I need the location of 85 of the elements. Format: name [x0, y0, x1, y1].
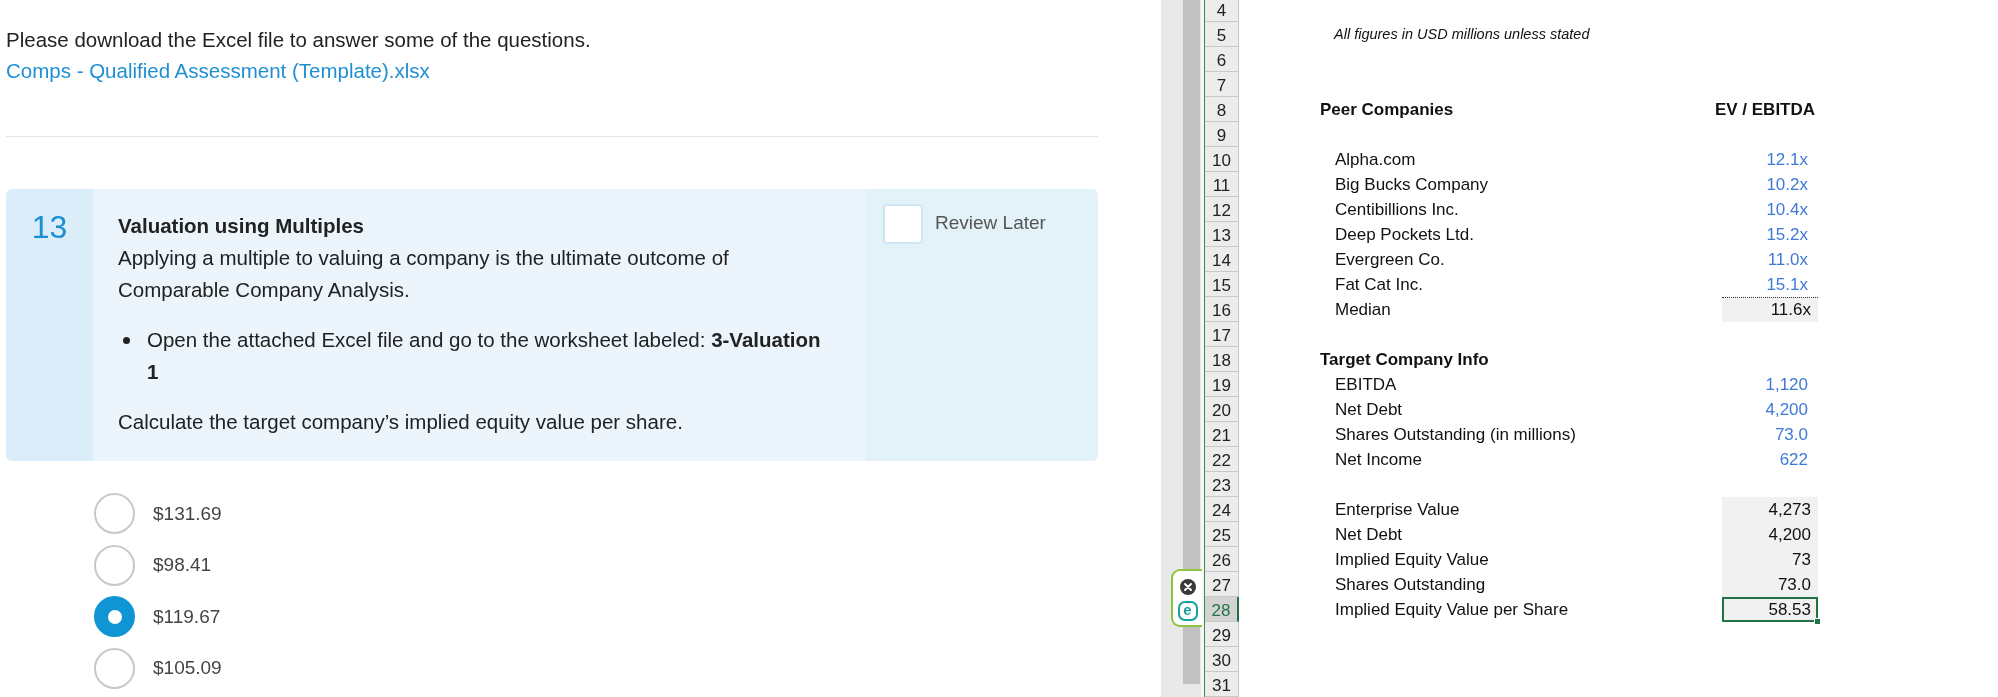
- review-checkbox[interactable]: [883, 204, 923, 244]
- radio-button[interactable]: [94, 596, 135, 637]
- row-header[interactable]: 16: [1205, 297, 1239, 322]
- answer-label[interactable]: $119.67: [153, 605, 221, 628]
- bullet-text: Open the attached Excel file and go to the worksheet labeled: 3-Valuation 1: [147, 327, 822, 385]
- instruction-text: Please download the Excel file to answer some of the questions.: [6, 27, 592, 53]
- row-header[interactable]: 25: [1205, 522, 1239, 547]
- row-header[interactable]: 27: [1205, 572, 1239, 597]
- row-header[interactable]: 20: [1205, 397, 1239, 422]
- row-header[interactable]: 9: [1205, 122, 1239, 147]
- radio-button[interactable]: [94, 544, 135, 586]
- radio-button[interactable]: [94, 493, 135, 534]
- row-header[interactable]: 15: [1205, 272, 1239, 297]
- cell-value: 15.2x: [1766, 225, 1808, 244]
- question-prompt: Calculate the target company’s implied equity value per share.: [118, 409, 684, 435]
- question-number: 13: [31, 209, 68, 245]
- row-header[interactable]: 26: [1205, 547, 1239, 572]
- answer-label[interactable]: $98.41: [153, 554, 212, 576]
- row-label: Alpha.com: [1335, 150, 1416, 169]
- row-header[interactable]: 7: [1205, 72, 1239, 97]
- row-label: Deep Pockets Ltd.: [1335, 225, 1474, 244]
- row-header[interactable]: 8: [1205, 97, 1239, 122]
- cell-value: 58.53: [1722, 597, 1818, 622]
- section-heading: Peer Companies: [1320, 100, 1454, 119]
- bullet-icon: [123, 337, 130, 344]
- row-header[interactable]: 31: [1205, 672, 1239, 697]
- row-label: Fat Cat Inc.: [1335, 275, 1423, 294]
- section-heading: Target Company Info: [1320, 350, 1489, 369]
- row-header[interactable]: 18: [1205, 347, 1239, 372]
- row-label: Implied Equity Value: [1335, 550, 1489, 569]
- cell-value: 15.1x: [1766, 275, 1808, 294]
- cell-value: 4,200: [1765, 400, 1808, 419]
- cell-value: 73.0: [1722, 572, 1818, 597]
- row-label: EBITDA: [1335, 375, 1397, 394]
- close-icon[interactable]: [1179, 579, 1196, 595]
- row-header[interactable]: 4: [1205, 0, 1239, 22]
- cell-value: 73: [1722, 547, 1818, 572]
- row-header[interactable]: 29: [1205, 622, 1239, 647]
- cell-value: 622: [1779, 450, 1808, 469]
- row-header[interactable]: 13: [1205, 222, 1239, 247]
- row-header[interactable]: 11: [1205, 172, 1239, 197]
- row-header[interactable]: 6: [1205, 47, 1239, 72]
- row-header[interactable]: 23: [1205, 472, 1239, 497]
- column-heading: EV / EBITDA: [1714, 100, 1816, 119]
- cell-value: 4,273: [1722, 497, 1818, 522]
- row-label: Shares Outstanding (in millions): [1335, 425, 1576, 444]
- row-header[interactable]: 21: [1205, 422, 1239, 447]
- row-label: Net Debt: [1335, 525, 1403, 544]
- row-label: Median: [1335, 300, 1391, 319]
- row-label: Shares Outstanding: [1335, 575, 1486, 594]
- row-header[interactable]: 10: [1205, 147, 1239, 172]
- row-header[interactable]: 17: [1205, 322, 1239, 347]
- cell-value: 10.4x: [1766, 200, 1808, 219]
- answer-label[interactable]: $131.69: [153, 502, 222, 525]
- row-header[interactable]: 30: [1205, 647, 1239, 672]
- cell-value: 4,200: [1722, 522, 1818, 547]
- row-header[interactable]: 28: [1205, 597, 1239, 622]
- question-intro: Applying a multiple to valuing a company is the ultimate outcome of Comparable Company Analysis.: [118, 245, 730, 303]
- review-later-label[interactable]: Review Later: [935, 204, 1046, 242]
- radio-button[interactable]: [94, 647, 135, 689]
- note-text: All figures in USD millions unless stated: [1334, 25, 1590, 44]
- row-header[interactable]: 5: [1205, 22, 1239, 47]
- row-header[interactable]: 19: [1205, 372, 1239, 397]
- cell-value: 11.0x: [1767, 250, 1808, 269]
- cell-value: 73.0: [1774, 425, 1808, 444]
- row-header[interactable]: 22: [1205, 447, 1239, 472]
- cell-value: 12.1x: [1766, 150, 1808, 169]
- row-label: Implied Equity Value per Share: [1335, 600, 1569, 619]
- row-label: Net Debt: [1335, 400, 1403, 419]
- row-label: Evergreen Co.: [1335, 250, 1445, 269]
- row-header[interactable]: 12: [1205, 197, 1239, 222]
- question-title: Valuation using Multiples: [118, 213, 366, 239]
- cell-value: 11.6x: [1722, 297, 1818, 322]
- row-label: Enterprise Value: [1335, 500, 1460, 519]
- cell-value: 10.2x: [1766, 175, 1808, 194]
- row-label: Big Bucks Company: [1335, 175, 1489, 194]
- row-header[interactable]: 24: [1205, 497, 1239, 522]
- row-label: Centibillions Inc.: [1335, 200, 1459, 219]
- fill-handle[interactable]: [1814, 618, 1821, 625]
- scrollbar-thumb[interactable]: [1183, 0, 1200, 684]
- file-link[interactable]: Comps - Qualified Assessment (Template).xlsx: [6, 59, 430, 82]
- answer-label[interactable]: $105.09: [153, 657, 222, 679]
- row-label: Net Income: [1335, 450, 1422, 469]
- row-header[interactable]: 14: [1205, 247, 1239, 272]
- cell-value: 1,120: [1765, 375, 1808, 394]
